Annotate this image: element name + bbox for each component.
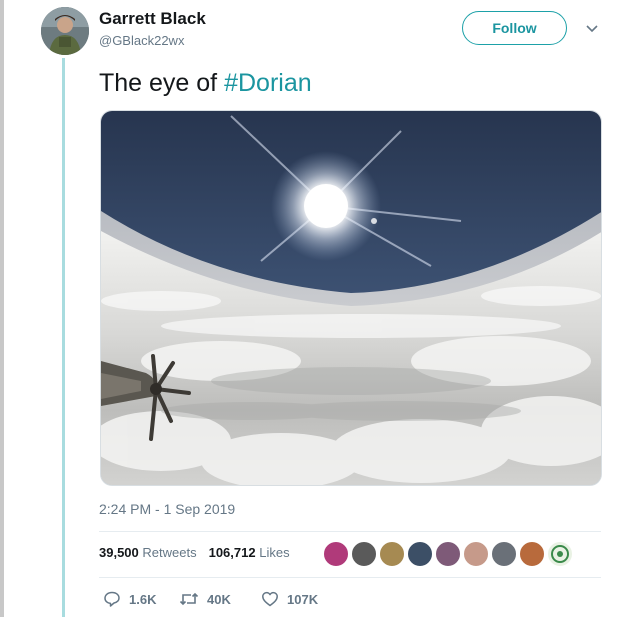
author-name[interactable]: Garrett Black <box>99 9 206 29</box>
window-edge <box>0 0 4 617</box>
tweet-timestamp[interactable]: 2:24 PM - 1 Sep 2019 <box>99 501 235 517</box>
liker-avatar[interactable] <box>350 540 378 568</box>
chevron-down-icon[interactable] <box>585 21 599 35</box>
retweets-count: 39,500 <box>99 545 139 560</box>
hurricane-eye-photo <box>101 111 601 485</box>
reply-count: 1.6K <box>129 591 157 607</box>
likes-stat[interactable]: 106,712 Likes <box>209 545 290 560</box>
liker-avatar[interactable] <box>322 540 350 568</box>
like-count: 107K <box>287 591 319 607</box>
heart-icon <box>262 591 278 607</box>
liker-avatar[interactable] <box>546 540 574 568</box>
liker-avatar[interactable] <box>378 540 406 568</box>
tweet-text: The eye of #Dorian <box>99 69 312 98</box>
avatar[interactable] <box>41 7 89 55</box>
retweet-icon <box>179 592 199 606</box>
reply-icon <box>104 591 120 607</box>
author-handle[interactable]: @GBlack22wx <box>99 33 184 48</box>
follow-button[interactable]: Follow <box>462 11 567 45</box>
divider <box>99 531 601 532</box>
retweet-count: 40K <box>207 591 231 607</box>
liker-avatar[interactable] <box>518 540 546 568</box>
liker-avatar[interactable] <box>406 540 434 568</box>
likes-label: Likes <box>259 545 290 560</box>
engagement-stats: 39,500 Retweets 106,712 Likes <box>99 545 290 560</box>
hashtag-link[interactable]: #Dorian <box>224 69 312 97</box>
liker-avatar[interactable] <box>462 540 490 568</box>
tweet-text-body: The eye of <box>99 69 225 97</box>
likes-count: 106,712 <box>208 545 256 560</box>
retweet-button[interactable]: 40K <box>179 590 231 608</box>
retweets-label: Retweets <box>142 545 197 560</box>
retweets-stat[interactable]: 39,500 Retweets <box>99 545 197 560</box>
liker-avatar[interactable] <box>490 540 518 568</box>
reply-button[interactable]: 1.6K <box>103 590 156 608</box>
liker-avatar[interactable] <box>434 540 462 568</box>
divider <box>99 577 601 578</box>
thread-line <box>62 58 65 617</box>
tweet-photo[interactable] <box>100 110 602 486</box>
tweet-actions: 1.6K 40K 107K <box>99 590 499 612</box>
like-button[interactable]: 107K <box>261 590 318 608</box>
